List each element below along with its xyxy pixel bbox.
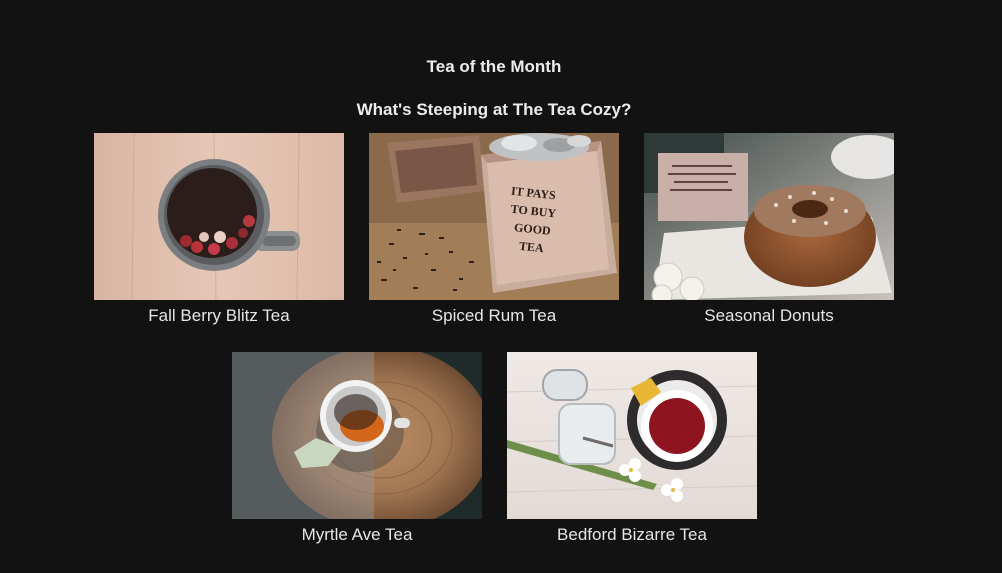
tea-card-caption[interactable]: Myrtle Ave Tea: [232, 525, 482, 545]
tea-card-seasonal-donuts[interactable]: Seasonal Donuts: [644, 133, 894, 326]
tea-crate-photo[interactable]: IT PAYS TO BUY GOOD TEA: [369, 133, 619, 300]
tea-card-caption[interactable]: Bedford Bizarre Tea: [507, 525, 757, 545]
tea-card-bedford-bizarre[interactable]: Bedford Bizarre Tea: [507, 352, 757, 545]
tea-card-caption[interactable]: Fall Berry Blitz Tea: [94, 306, 344, 326]
crate-text-line: TEA: [518, 239, 544, 256]
section-title: Tea of the Month: [426, 57, 562, 76]
tea-card-spiced-rum[interactable]: IT PAYS TO BUY GOOD TEA Spiced Rum Tea: [369, 133, 619, 326]
sugared-donut-photo[interactable]: [644, 133, 894, 300]
tea-card-myrtle-ave[interactable]: Myrtle Ave Tea: [232, 352, 482, 545]
teacup-on-wood-slice-photo[interactable]: [232, 352, 482, 519]
red-tea-cup-with-jar-photo[interactable]: [507, 352, 757, 519]
section-subtitle: What's Steeping at The Tea Cozy?: [356, 100, 632, 119]
tea-card-fall-berry-blitz[interactable]: Fall Berry Blitz Tea: [94, 133, 344, 326]
tea-card-caption[interactable]: Seasonal Donuts: [644, 306, 894, 326]
tea-card-caption[interactable]: Spiced Rum Tea: [369, 306, 619, 326]
mug-of-berry-tea-photo[interactable]: [94, 133, 344, 300]
